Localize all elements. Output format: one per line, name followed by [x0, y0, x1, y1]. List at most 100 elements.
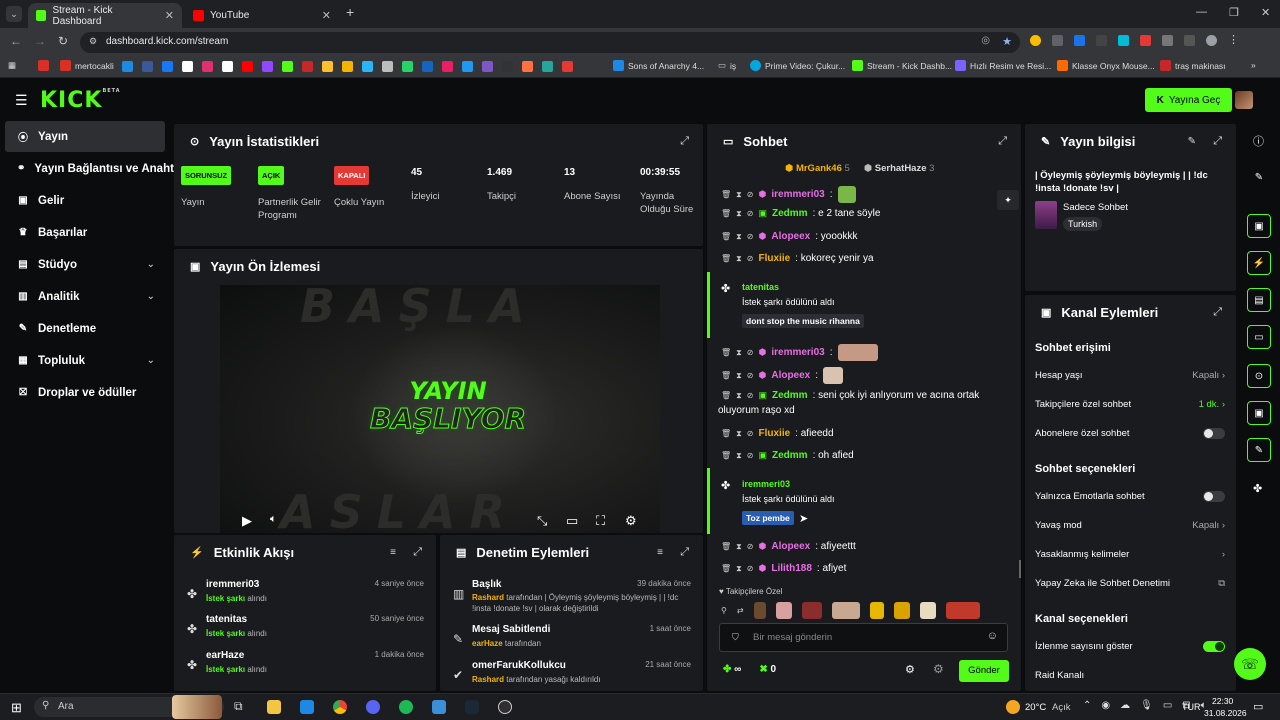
file-explorer-icon[interactable]: [267, 700, 281, 714]
menu-icon[interactable]: [1184, 35, 1195, 46]
delete-icon[interactable]: 🗑︎: [721, 209, 731, 218]
raid-channel-row[interactable]: Raid Kanalı: [1035, 670, 1225, 681]
hamburger-menu-icon[interactable]: ☰: [15, 92, 28, 109]
timeout-icon[interactable]: ⧗: [736, 209, 742, 219]
ban-icon[interactable]: ⊘: [747, 232, 754, 241]
ban-icon[interactable]: ⊘: [747, 451, 754, 460]
chat-username[interactable]: Zedmm: [772, 390, 808, 401]
emote-icon[interactable]: [893, 602, 910, 619]
bookmark-sons-of-anarchy[interactable]: Sons of Anarchy 4...: [613, 60, 704, 71]
battery-icon[interactable]: ▭: [1163, 700, 1172, 711]
sidebar-item-gelir[interactable]: ▣ Gelir: [5, 185, 165, 216]
expand-icon[interactable]: ⤢: [998, 135, 1007, 148]
emoji-icon[interactable]: ☺: [987, 630, 998, 642]
app-icon[interactable]: [432, 700, 446, 714]
chat-scrollbar[interactable]: [1019, 560, 1021, 578]
chat-username[interactable]: Alopeex: [771, 370, 810, 381]
extension-icon[interactable]: [1118, 35, 1129, 46]
bookmark-icon[interactable]: [182, 61, 193, 72]
apps-icon[interactable]: ▦: [8, 60, 16, 71]
notification-icon[interactable]: ▭: [1253, 700, 1263, 713]
emote-only-toggle[interactable]: [1203, 491, 1225, 502]
ai-moderation-row[interactable]: Yapay Zeka ile Sohbet Denetimi ⧉: [1035, 578, 1225, 589]
theater-mode-icon[interactable]: ▭: [566, 513, 578, 529]
obs-icon[interactable]: [498, 700, 512, 714]
sidebar-item-stream-key[interactable]: ⚭ Yayın Bağlantısı ve Anahtarı: [5, 153, 188, 184]
bookmark-icon[interactable]: [542, 61, 553, 72]
minimize-player-icon[interactable]: ⤡: [537, 513, 547, 529]
bookmark-icon[interactable]: [142, 61, 153, 72]
ban-icon[interactable]: ⊘: [747, 429, 754, 438]
emote-icon[interactable]: [869, 602, 884, 619]
sidebar-item-analitik[interactable]: ▥ Analitik ⌄: [5, 281, 165, 312]
bookmarks-overflow-icon[interactable]: »: [1251, 60, 1256, 70]
bookmark-icon[interactable]: [282, 61, 293, 72]
emote-icon[interactable]: [945, 602, 980, 619]
bookmark-icon[interactable]: [262, 61, 273, 72]
steam-icon[interactable]: [465, 700, 479, 714]
timeout-icon[interactable]: ⧗: [736, 190, 742, 200]
expand-icon[interactable]: ⤢: [680, 135, 689, 148]
bookmark-icon[interactable]: [222, 61, 233, 72]
bookmark-icon[interactable]: [122, 61, 133, 72]
followers-chat-row[interactable]: Takipçilere özel sohbet 1 dk. ›: [1035, 399, 1225, 410]
rail-bolt-icon[interactable]: ⚡: [1247, 251, 1271, 275]
bookmark-mertocakli[interactable]: mertocakli: [60, 60, 114, 71]
chat-input[interactable]: ⛉ Bir mesaj gönderin ☺: [719, 623, 1008, 652]
bookmark-icon[interactable]: [462, 61, 473, 72]
chat-username[interactable]: Alopeex: [771, 231, 810, 242]
clock-date[interactable]: 31.08.2026: [1204, 708, 1247, 718]
bookmark-icon[interactable]: [202, 61, 213, 72]
ban-icon[interactable]: ⊘: [747, 254, 754, 263]
rail-chat-icon[interactable]: ▭: [1247, 325, 1271, 349]
bookmark-icon[interactable]: [422, 61, 433, 72]
bookmark-icon[interactable]: [482, 61, 493, 72]
windows-start-icon[interactable]: ⊞: [11, 700, 22, 716]
weather-temp[interactable]: 20°C: [1025, 702, 1046, 713]
bookmark-prime-video[interactable]: Prime Video: Çukur...: [750, 60, 845, 71]
rail-store-icon[interactable]: ▣: [1247, 401, 1271, 425]
sidebar-item-studyo[interactable]: ▤ Stüdyo ⌄: [5, 249, 165, 280]
bookmark-icon[interactable]: [502, 61, 513, 72]
close-tab-icon[interactable]: ✕: [165, 9, 174, 22]
filter-icon[interactable]: ≡: [657, 547, 663, 558]
clock-time[interactable]: 22:30: [1212, 696, 1233, 706]
emote-icon[interactable]: [775, 602, 792, 619]
edit-icon[interactable]: ✎: [1188, 136, 1196, 147]
bookmark-folder-is[interactable]: ▭ iş: [718, 60, 736, 71]
delete-icon[interactable]: 🗑︎: [721, 348, 731, 357]
emote-icon[interactable]: [919, 602, 936, 619]
ban-icon[interactable]: ⊘: [747, 542, 754, 551]
bookmark-icon[interactable]: [322, 61, 333, 72]
chat-username[interactable]: Fluxiie: [758, 428, 790, 439]
rail-video-icon[interactable]: ▣: [1247, 214, 1271, 238]
subs-chat-toggle[interactable]: [1203, 428, 1225, 439]
delete-icon[interactable]: 🗑︎: [721, 429, 731, 438]
bookmark-icon[interactable]: [562, 61, 573, 72]
extension-icon[interactable]: [1096, 35, 1107, 46]
discord-icon[interactable]: [366, 700, 380, 714]
tab-youtube[interactable]: YouTube ✕: [185, 3, 339, 28]
account-age-row[interactable]: Hesap yaşı Kapalı ›: [1035, 370, 1225, 381]
emote-icon[interactable]: [831, 602, 860, 619]
emote-icon[interactable]: [753, 602, 766, 619]
support-chat-icon[interactable]: ☏: [1234, 648, 1266, 680]
delete-icon[interactable]: 🗑︎: [721, 391, 731, 400]
video-player[interactable]: BAŞLA ASLAR YAYIN BAŞLIYOR ▶ 🔈︎ ⤡ ▭ ⛶ ⚙: [220, 285, 660, 533]
fullscreen-icon[interactable]: ⛶: [596, 513, 605, 529]
chat-username[interactable]: iremmeri03: [771, 189, 824, 200]
chat-username[interactable]: Zedmm: [772, 450, 808, 461]
banned-words-row[interactable]: Yasaklanmış kelimeler ›: [1035, 549, 1225, 560]
timeout-icon[interactable]: ⧗: [736, 429, 742, 439]
reload-icon[interactable]: ↻: [58, 34, 68, 48]
edit-layout-icon[interactable]: ✎: [1247, 166, 1271, 190]
play-icon[interactable]: ▶: [242, 513, 252, 529]
delete-icon[interactable]: 🗑︎: [721, 190, 731, 199]
redemption-user[interactable]: iremmeri03: [742, 479, 790, 489]
ban-icon[interactable]: ⊘: [747, 190, 754, 199]
ban-icon[interactable]: ⊘: [747, 348, 754, 357]
bookmark-hizli-resim[interactable]: Hızlı Resim ve Resi...: [955, 60, 1051, 71]
rail-reward-icon[interactable]: ✤: [1253, 482, 1262, 495]
ban-icon[interactable]: ⊘: [747, 391, 754, 400]
pin-icon[interactable]: ✦: [997, 190, 1019, 210]
